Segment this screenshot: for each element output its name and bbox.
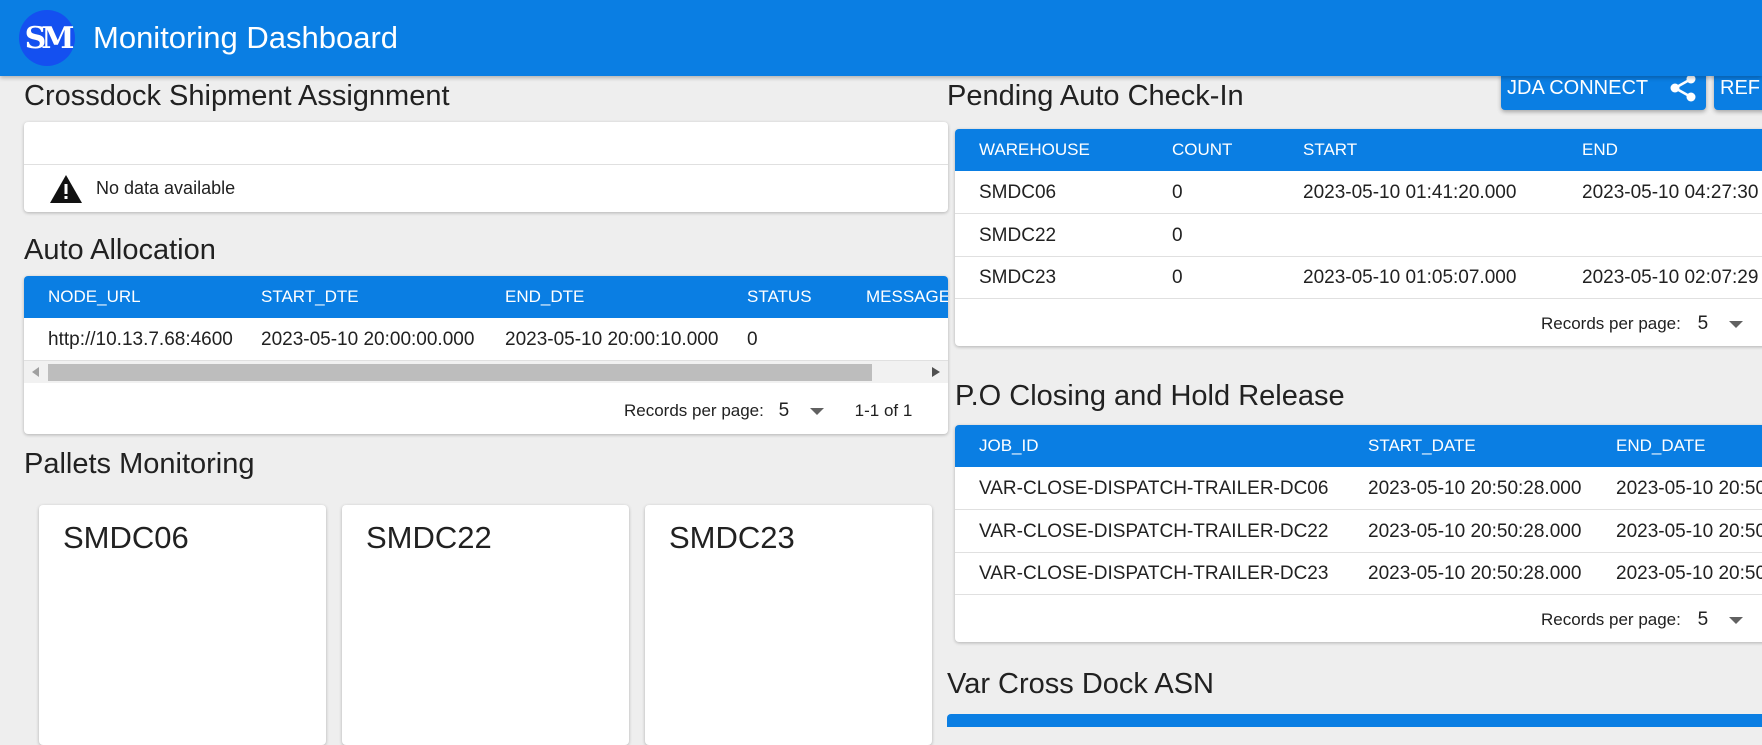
- table-cell: 2023-05-10 20:50: [1616, 521, 1762, 542]
- table-row: SMDC22 0: [955, 214, 1762, 257]
- chevron-down-icon: [1728, 617, 1743, 625]
- table-cell: 0: [1172, 267, 1183, 288]
- chevron-down-icon: [809, 408, 824, 416]
- table-cell: 0: [1172, 182, 1183, 203]
- table-cell: SMDC06: [979, 182, 1057, 203]
- column-header[interactable]: END_DTE: [505, 287, 584, 307]
- scroll-right-icon[interactable]: [932, 367, 940, 377]
- pallet-card-smdc06: SMDC06: [39, 505, 326, 745]
- table-footer: Records per page: 5: [1541, 609, 1743, 631]
- records-per-page-label: Records per page:: [624, 401, 764, 420]
- scrollbar-thumb[interactable]: [48, 364, 872, 381]
- table-cell: SMDC23: [979, 267, 1057, 288]
- warning-icon: [50, 175, 82, 203]
- column-header[interactable]: END_DATE: [1616, 436, 1705, 456]
- records-per-page-value: 5: [1697, 313, 1709, 334]
- column-header[interactable]: START_DTE: [261, 287, 359, 307]
- table-cell: 2023-05-10 20:50: [1616, 478, 1762, 499]
- table-cell: 2023-05-10 01:05:07.000: [1303, 267, 1517, 288]
- share-icon: [1670, 74, 1696, 102]
- table-cell: VAR-CLOSE-DISPATCH-TRAILER-DC23: [979, 563, 1329, 584]
- app-bar: SM Monitoring Dashboard: [0, 0, 1762, 76]
- table-cell: http://10.13.7.68:4600: [48, 329, 233, 350]
- column-header[interactable]: START_DATE: [1368, 436, 1476, 456]
- refresh-label: REF: [1720, 76, 1760, 99]
- table-row: http://10.13.7.68:4600 2023-05-10 20:00:…: [24, 318, 948, 361]
- table-header: WAREHOUSE COUNT START END: [955, 129, 1762, 171]
- table-cell: 2023-05-10 02:07:29: [1582, 267, 1759, 288]
- pending-checkin-table: WAREHOUSE COUNT START END SMDC06 0 2023-…: [955, 129, 1762, 346]
- po-closing-table: JOB_ID START_DATE END_DATE VAR-CLOSE-DIS…: [955, 425, 1762, 642]
- table-footer: Records per page: 5 1-1 of 1: [624, 400, 912, 422]
- crossdock-card: No data available: [24, 122, 948, 212]
- table-cell: 2023-05-10 20:00:10.000: [505, 329, 719, 350]
- company-logo: SM: [19, 10, 75, 66]
- records-per-page-value: 5: [778, 400, 790, 421]
- column-header[interactable]: WAREHOUSE: [979, 140, 1090, 160]
- table-row: SMDC06 0 2023-05-10 01:41:20.000 2023-05…: [955, 171, 1762, 214]
- pallets-title: Pallets Monitoring: [24, 448, 255, 480]
- records-per-page-label: Records per page:: [1541, 314, 1681, 333]
- table-row: VAR-CLOSE-DISPATCH-TRAILER-DC06 2023-05-…: [955, 467, 1762, 510]
- column-header[interactable]: STATUS: [747, 287, 812, 307]
- chevron-down-icon: [1728, 321, 1743, 329]
- records-per-page-label: Records per page:: [1541, 610, 1681, 629]
- records-per-page-value: 5: [1697, 609, 1709, 630]
- table-cell: SMDC22: [979, 225, 1057, 246]
- pallet-card-title: SMDC23: [669, 520, 795, 555]
- table-footer: Records per page: 5: [1541, 313, 1743, 335]
- column-header[interactable]: COUNT: [1172, 140, 1232, 160]
- table-header: JOB_ID START_DATE END_DATE: [955, 425, 1762, 467]
- empty-state-message: No data available: [96, 178, 236, 198]
- pallet-card-title: SMDC22: [366, 520, 492, 555]
- table-cell: 0: [1172, 225, 1183, 246]
- app-title: Monitoring Dashboard: [93, 20, 399, 55]
- records-per-page-select[interactable]: 5: [1698, 609, 1743, 631]
- table-row: VAR-CLOSE-DISPATCH-TRAILER-DC22 2023-05-…: [955, 510, 1762, 553]
- records-per-page-select[interactable]: 5: [779, 400, 824, 422]
- horizontal-scrollbar[interactable]: [24, 361, 948, 383]
- var-asn-title: Var Cross Dock ASN: [947, 668, 1214, 700]
- table-cell: 2023-05-10 20:50:28.000: [1368, 563, 1582, 584]
- pending-checkin-title: Pending Auto Check-In: [947, 80, 1244, 112]
- table-cell: 2023-05-10 20:50:28.000: [1368, 478, 1582, 499]
- column-header[interactable]: END: [1582, 140, 1618, 160]
- pallet-card-smdc23: SMDC23: [645, 505, 932, 745]
- column-header[interactable]: MESSAGE: [866, 287, 948, 307]
- table-cell: 2023-05-10 20:00:00.000: [261, 329, 475, 350]
- table-cell: 2023-05-10 20:50: [1616, 563, 1762, 584]
- jda-connect-label: JDA CONNECT: [1507, 76, 1649, 99]
- pallet-card-smdc22: SMDC22: [342, 505, 629, 745]
- divider: [24, 164, 948, 165]
- table-row: SMDC23 0 2023-05-10 01:05:07.000 2023-05…: [955, 256, 1762, 299]
- pallet-card-title: SMDC06: [63, 520, 189, 555]
- table-cell: VAR-CLOSE-DISPATCH-TRAILER-DC06: [979, 478, 1329, 499]
- table-cell: VAR-CLOSE-DISPATCH-TRAILER-DC22: [979, 521, 1329, 542]
- column-header[interactable]: START: [1303, 140, 1357, 160]
- table-cell: 2023-05-10 20:50:28.000: [1368, 521, 1582, 542]
- pagination-range: 1-1 of 1: [854, 401, 913, 420]
- records-per-page-select[interactable]: 5: [1698, 313, 1743, 335]
- scroll-left-icon[interactable]: [32, 367, 40, 377]
- auto-allocation-title: Auto Allocation: [24, 234, 216, 266]
- table-row: VAR-CLOSE-DISPATCH-TRAILER-DC23 2023-05-…: [955, 552, 1762, 595]
- table-cell: 2023-05-10 01:41:20.000: [1303, 182, 1517, 203]
- table-cell: 2023-05-10 04:27:30: [1582, 182, 1759, 203]
- var-asn-table-header: [947, 714, 1762, 727]
- auto-allocation-table: NODE_URL START_DTE END_DTE STATUS MESSAG…: [24, 276, 948, 434]
- column-header[interactable]: NODE_URL: [48, 287, 141, 307]
- crossdock-title: Crossdock Shipment Assignment: [24, 80, 450, 112]
- po-closing-title: P.O Closing and Hold Release: [955, 380, 1345, 412]
- column-header[interactable]: JOB_ID: [979, 436, 1039, 456]
- table-header: NODE_URL START_DTE END_DTE STATUS MESSAG…: [24, 276, 948, 318]
- table-cell: 0: [747, 329, 758, 350]
